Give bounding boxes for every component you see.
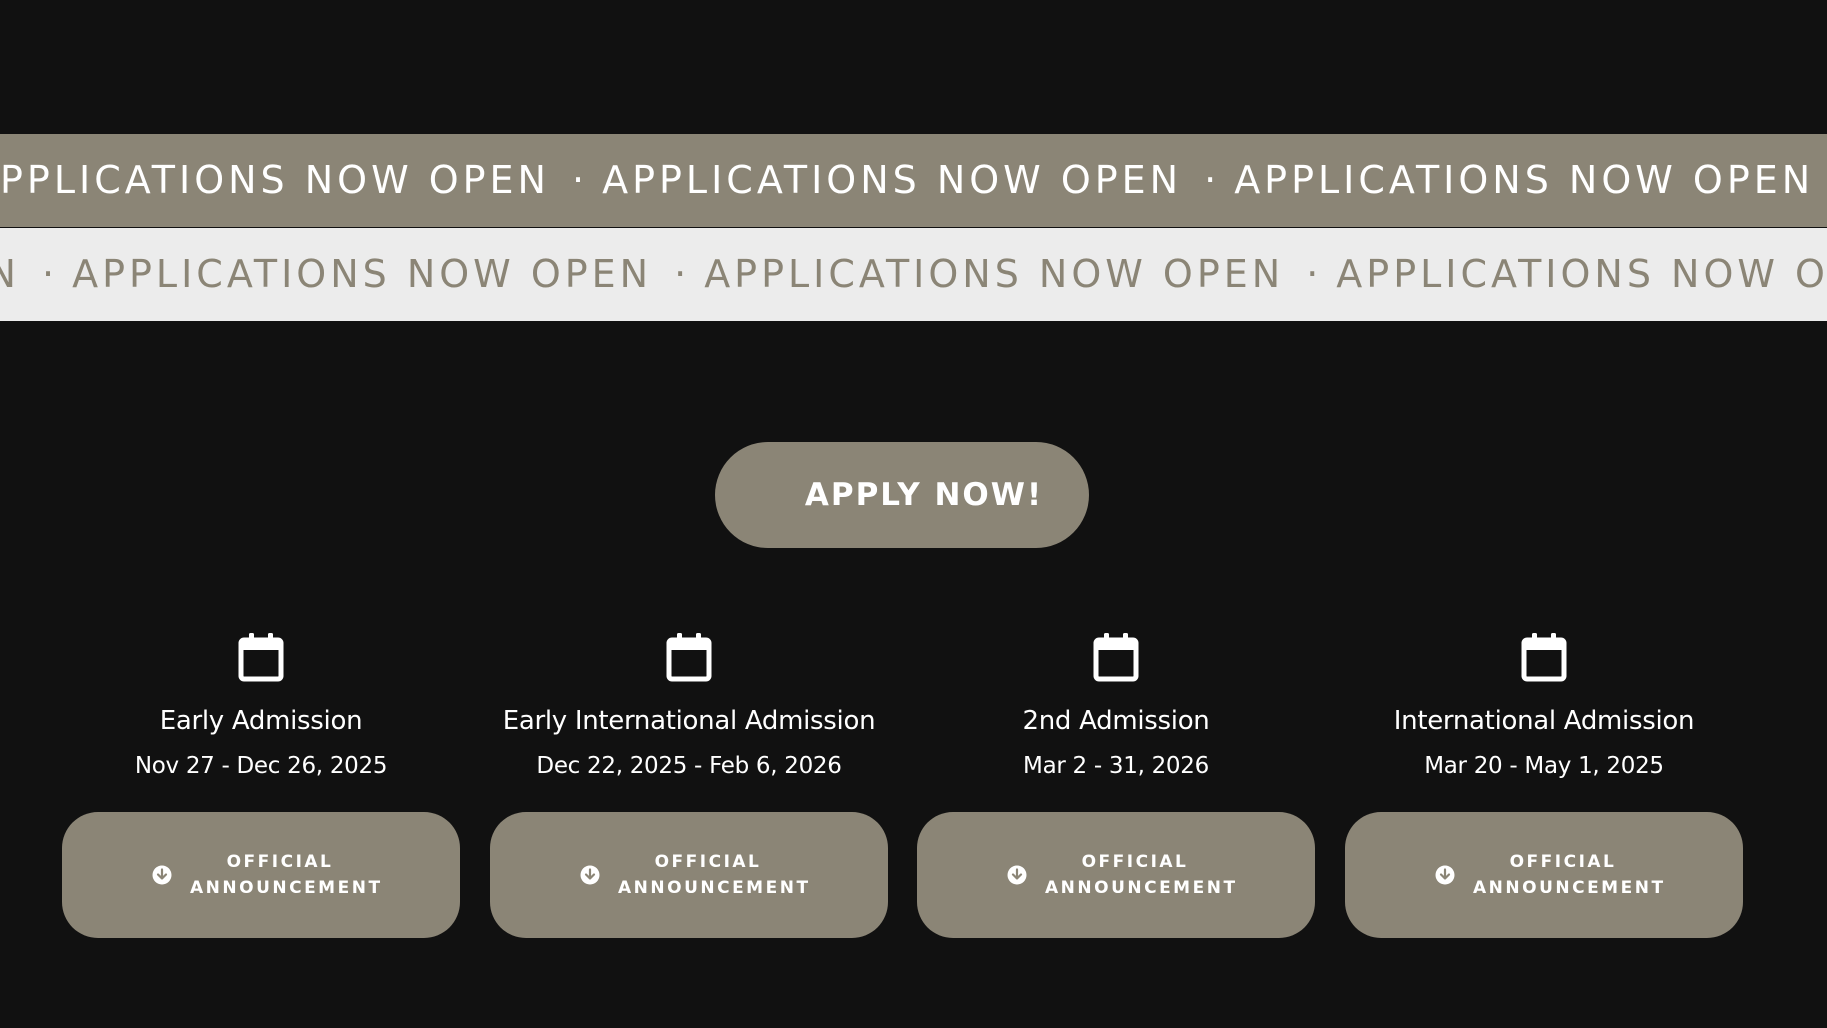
download-circle-icon [1007,865,1027,885]
admission-title: Early International Admission [502,706,876,736]
marquee-text: APPLICATIONS NOW OPEN [1336,252,1827,296]
official-announcement-label: OFFICIAL ANNOUNCEMENT [1045,849,1238,901]
announcement-label-line1: OFFICIAL [1509,852,1617,872]
announcement-label-line2: ANNOUNCEMENT [1045,878,1238,898]
official-announcement-label: OFFICIAL ANNOUNCEMENT [618,849,811,901]
announcement-label-line2: ANNOUNCEMENT [618,878,811,898]
admission-card-early: Early Admission Nov 27 - Dec 26, 2025 OF… [62,632,460,938]
marquee-track-top: APPLICATIONS NOW OPEN · APPLICATIONS NOW O… [0,134,1827,227]
calendar-icon [1521,633,1567,682]
admission-dates: Mar 2 - 31, 2026 [1023,753,1209,779]
marquee-separator: · [42,252,59,296]
official-announcement-button[interactable]: OFFICIAL ANNOUNCEMENT [62,812,460,938]
calendar-icon [1093,633,1139,682]
official-announcement-label: OFFICIAL ANNOUNCEMENT [190,849,383,901]
admission-dates: Nov 27 - Dec 26, 2025 [134,753,388,779]
apply-now-label: APPLY NOW! [804,477,1044,513]
calendar-icon [238,633,284,682]
marquee-separator: · [674,252,691,296]
admission-dates: Mar 20 - May 1, 2025 [1424,753,1664,779]
admission-card-second: 2nd Admission Mar 2 - 31, 2026 OFFICIAL … [917,632,1315,938]
marquee-band-top: APPLICATIONS NOW OPEN · APPLICATIONS NOW O… [0,134,1827,227]
marquee-text: APPLICATIONS NOW OPEN [602,158,1183,202]
marquee-separator: · [1306,252,1323,296]
admission-title: International Admission [1393,706,1695,736]
admission-card-early-international: Early International Admission Dec 22, 20… [490,632,888,938]
marquee-band-bottom: APPLICATIONS NOW OPEN · APPLICATIONS NOW O… [0,228,1827,321]
announcement-label-line1: OFFICIAL [226,852,334,872]
announcement-label-line2: ANNOUNCEMENT [1473,878,1666,898]
official-announcement-button[interactable]: OFFICIAL ANNOUNCEMENT [917,812,1315,938]
admission-title: Early Admission [159,706,363,736]
official-announcement-button[interactable]: OFFICIAL ANNOUNCEMENT [1345,812,1743,938]
marquee-text: APPLICATIONS NOW OPEN [0,158,550,202]
official-announcement-label: OFFICIAL ANNOUNCEMENT [1473,849,1666,901]
marquee-separator: · [572,158,589,202]
marquee-text: APPLICATIONS NOW OPEN [72,252,653,296]
marquee-text: APPLICATIONS NOW OPEN [0,252,20,296]
official-announcement-button[interactable]: OFFICIAL ANNOUNCEMENT [490,812,888,938]
marquee-track-bottom: APPLICATIONS NOW OPEN · APPLICATIONS NOW O… [0,228,1827,321]
calendar-icon [666,633,712,682]
download-circle-icon [1435,865,1455,885]
marquee-text: APPLICATIONS NOW OPEN [704,252,1285,296]
download-circle-icon [580,865,600,885]
announcement-label-line1: OFFICIAL [1081,852,1189,872]
announcement-label-line1: OFFICIAL [654,852,762,872]
admission-card-international: International Admission Mar 20 - May 1, … [1345,632,1743,938]
admission-dates: Dec 22, 2025 - Feb 6, 2026 [536,753,842,779]
announcement-label-line2: ANNOUNCEMENT [190,878,383,898]
download-circle-icon [152,865,172,885]
apply-now-button[interactable]: APPLY NOW! [715,442,1089,548]
admission-title: 2nd Admission [1022,706,1210,736]
marquee-text: APPLICATIONS NOW OPEN [1234,158,1815,202]
marquee-separator: · [1204,158,1221,202]
